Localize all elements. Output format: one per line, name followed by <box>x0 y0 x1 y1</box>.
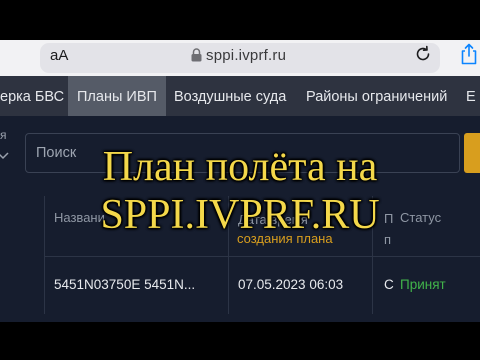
letterbox-top <box>0 0 480 40</box>
row-divider <box>44 256 480 257</box>
nav-item-restricted-areas[interactable]: Районы ограничений <box>306 76 447 116</box>
filter-label: я <box>0 128 7 142</box>
nav-item-drone-check[interactable]: ерка БВС <box>0 76 68 116</box>
row-date-cell: 07.05.2023 06:03 <box>238 277 344 292</box>
row-name-cell[interactable]: 5451N03750E 5451N... <box>54 277 195 292</box>
nav-item-aircraft[interactable]: Воздушные суда <box>174 76 286 116</box>
app-nav: ерка БВС Планы ИВП Воздушные суда Районы… <box>0 76 480 116</box>
reload-icon[interactable] <box>414 45 432 63</box>
status-badge: Принят <box>400 277 446 292</box>
nav-item-flight-plans[interactable]: Планы ИВП <box>68 76 166 116</box>
overlay-title-line-2: SPPI.IVPRF.RU <box>100 192 380 238</box>
lock-icon <box>191 48 202 62</box>
row-partial-cell: С <box>384 277 394 292</box>
overlay-title-line-1: План полёта на <box>102 144 378 190</box>
nav-item-more[interactable]: Е <box>466 76 476 116</box>
text-size-button[interactable]: aA <box>50 47 68 64</box>
share-icon[interactable] <box>459 43 479 65</box>
url-text[interactable]: sppi.ivprf.ru <box>206 47 286 64</box>
letterbox-bottom <box>0 322 480 360</box>
